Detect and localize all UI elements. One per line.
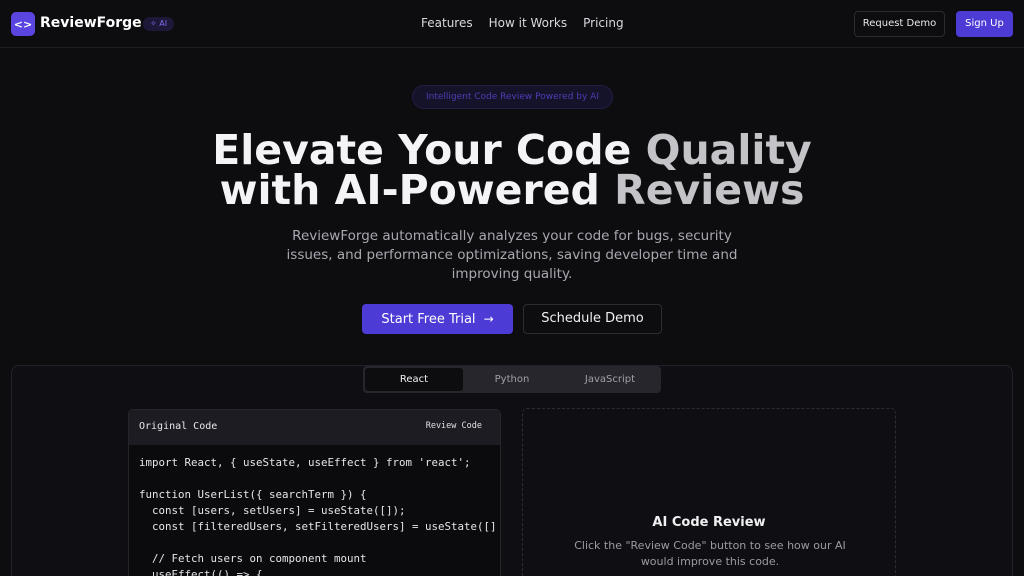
request-demo-button[interactable]: Request Demo (854, 11, 945, 37)
ai-review-title: AI Code Review (652, 515, 766, 530)
original-code-panel: Original Code Review Code import React, … (128, 409, 501, 576)
tab-python[interactable]: Python (463, 368, 561, 391)
language-tabs: React Python JavaScript (363, 366, 661, 393)
code-editor[interactable]: import React, { useState, useEffect } fr… (129, 445, 500, 576)
tab-javascript[interactable]: JavaScript (561, 368, 659, 391)
hero-pill-badge: Intelligent Code Review Powered by AI (412, 85, 613, 109)
ai-review-panel: AI Code Review Click the "Review Code" b… (522, 408, 896, 576)
review-code-button[interactable]: Review Code (426, 421, 482, 431)
schedule-demo-button[interactable]: Schedule Demo (523, 304, 662, 334)
sign-up-button[interactable]: Sign Up (956, 11, 1013, 37)
nav-link-features[interactable]: Features (421, 16, 473, 30)
hero-subtitle: ReviewForge automatically analyzes your … (286, 228, 738, 282)
title-line2-part2: Reviews (614, 166, 805, 214)
start-free-trial-label: Start Free Trial (381, 312, 476, 327)
ai-review-placeholder: Click the "Review Code" button to see ho… (574, 539, 846, 568)
code-line: useEffect(() => { (139, 568, 263, 576)
start-free-trial-button[interactable]: Start Free Trial → (362, 304, 513, 334)
code-panel-title: Original Code (139, 421, 218, 432)
top-nav: <> ReviewForge ✧ AI Features How it Work… (0, 0, 1024, 48)
code-brackets-icon[interactable]: <> (11, 12, 35, 36)
code-line: const [filteredUsers, setFilteredUsers] … (139, 520, 497, 533)
code-line: // Fetch users on component mount (139, 552, 367, 565)
brand-name[interactable]: ReviewForge (40, 15, 142, 31)
arrow-right-icon: → (483, 312, 494, 326)
ai-badge: ✧ AI (143, 17, 175, 31)
nav-link-pricing[interactable]: Pricing (583, 16, 623, 30)
code-panel-header: Original Code Review Code (129, 410, 500, 445)
code-line: function UserList({ searchTerm }) { (139, 488, 367, 501)
code-line: ​ (139, 535, 490, 551)
hero-title: Elevate Your Code Quality with AI-Powere… (0, 130, 1024, 211)
code-line: const [users, setUsers] = useState([]); (139, 504, 406, 517)
nav-link-how-it-works[interactable]: How it Works (489, 16, 568, 30)
nav-links: Features How it Works Pricing (421, 16, 624, 30)
tab-react[interactable]: React (365, 368, 463, 391)
code-line: ​ (139, 471, 490, 487)
code-line: import React, { useState, useEffect } fr… (139, 456, 471, 469)
title-line2-part1: with AI-Powered (219, 166, 615, 214)
